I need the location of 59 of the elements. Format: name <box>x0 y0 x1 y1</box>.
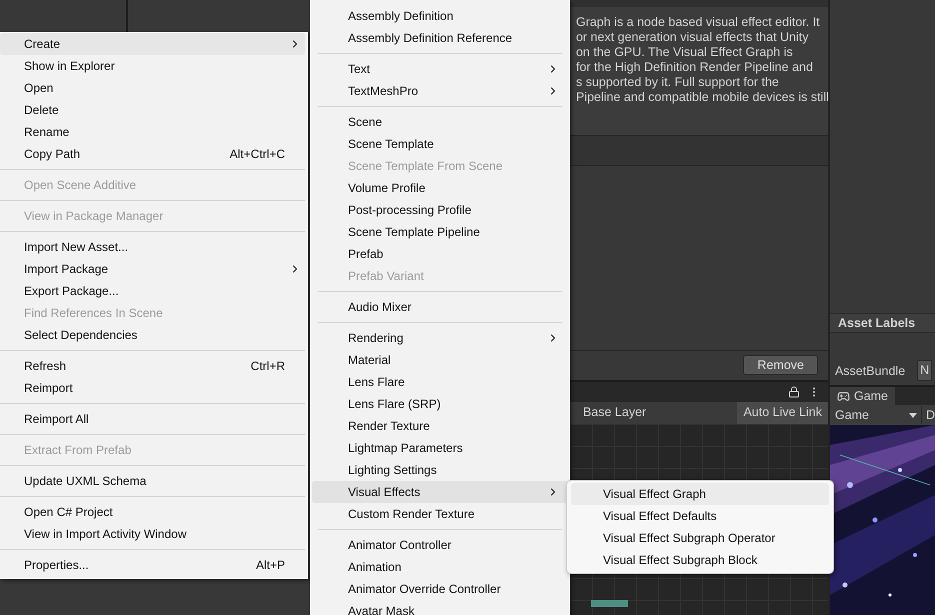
menu-item[interactable]: Scene <box>312 111 568 133</box>
menu-item[interactable]: Animator Controller <box>312 534 568 556</box>
menu-item[interactable]: Assembly Definition <box>312 5 568 27</box>
menu-item[interactable]: Audio Mixer <box>312 296 568 318</box>
menu-item[interactable]: Show in Explorer <box>0 55 305 77</box>
menu-item[interactable]: Update UXML Schema <box>0 470 305 492</box>
lock-icon[interactable] <box>788 386 800 398</box>
menu-item[interactable]: Rename <box>0 121 305 143</box>
remove-button[interactable]: Remove <box>743 355 818 375</box>
menu-item[interactable]: Post-processing Profile <box>312 199 568 221</box>
graph-node[interactable] <box>590 600 628 607</box>
menu-item[interactable]: Render Texture <box>312 415 568 437</box>
caret-icon <box>908 412 917 418</box>
menu-item[interactable]: Reimport All <box>0 408 305 430</box>
menu-item[interactable]: TextMeshPro <box>312 80 568 102</box>
breadcrumb-item[interactable]: Base Layer <box>570 403 738 422</box>
menu-item[interactable]: Create <box>0 33 305 55</box>
live-link-button[interactable]: Auto Live Link <box>737 402 828 424</box>
gamepad-icon <box>836 390 850 402</box>
menu-item[interactable]: View in Import Activity Window <box>0 523 305 545</box>
menu-item[interactable]: Delete <box>0 99 305 121</box>
menu-item[interactable]: Lighting Settings <box>312 459 568 481</box>
menu-item[interactable]: Text <box>312 58 568 80</box>
menu-item[interactable]: Prefab <box>312 243 568 265</box>
menu-item[interactable]: Scene Template Pipeline <box>312 221 568 243</box>
menu-item[interactable]: Visual Effect Subgraph Operator <box>571 527 829 549</box>
menu-item[interactable]: Open <box>0 77 305 99</box>
menu-item[interactable]: Visual Effect Defaults <box>571 505 829 527</box>
menu-item[interactable]: Open C# Project <box>0 501 305 523</box>
menu-item[interactable]: Import New Asset... <box>0 236 305 258</box>
menu-item[interactable]: Reimport <box>0 377 305 399</box>
menu-item[interactable]: Volume Profile <box>312 177 568 199</box>
menu-item[interactable]: Visual Effect Subgraph Block <box>571 549 829 571</box>
menu-item[interactable]: Export Package... <box>0 280 305 302</box>
menu-item[interactable]: Import Package <box>0 258 305 280</box>
menu-item[interactable]: Lens Flare (SRP) <box>312 393 568 415</box>
menu-item[interactable]: Scene Template <box>312 133 568 155</box>
menu-item[interactable]: Rendering <box>312 327 568 349</box>
menu-item[interactable]: Assembly Definition Reference <box>312 27 568 49</box>
menu-item[interactable]: Material <box>312 349 568 371</box>
description-text: Graph is a node based visual effect editor. It or next generation visual effects that Unity on the GPU. The Visual Effect Graph is for the High Definition Render Pipeline and s supported by it. Full support for the Pipeline and compatible mobile devices is still <box>576 15 828 105</box>
menu-item[interactable]: Avatar Mask <box>312 600 568 615</box>
menu-item[interactable]: Refresh Ctrl+R <box>0 355 305 377</box>
field-label: AssetBundle <box>834 363 906 380</box>
menu-item[interactable]: Copy Path Alt+Ctrl+C <box>0 143 305 165</box>
game-tab[interactable]: Game <box>830 387 896 405</box>
menu-item[interactable]: Custom Render Texture <box>312 503 568 525</box>
menu-item[interactable]: Visual Effect Graph <box>571 483 829 505</box>
menu-item[interactable]: Animation <box>312 556 568 578</box>
menu-item[interactable]: Properties... Alt+P <box>0 554 305 576</box>
asset-bundle-dropdown[interactable]: N <box>917 360 932 381</box>
section-header: Asset Labels <box>838 314 916 332</box>
resolution-dropdown[interactable]: D <box>922 406 935 424</box>
menu-item[interactable]: Lens Flare <box>312 371 568 393</box>
display-dropdown[interactable]: Game <box>830 406 922 424</box>
menu-item[interactable]: Lightmap Parameters <box>312 437 568 459</box>
menu-item[interactable]: Visual Effects <box>312 481 568 503</box>
menu-item[interactable]: Animator Override Controller <box>312 578 568 600</box>
menu-item[interactable]: Select Dependencies <box>0 324 305 346</box>
